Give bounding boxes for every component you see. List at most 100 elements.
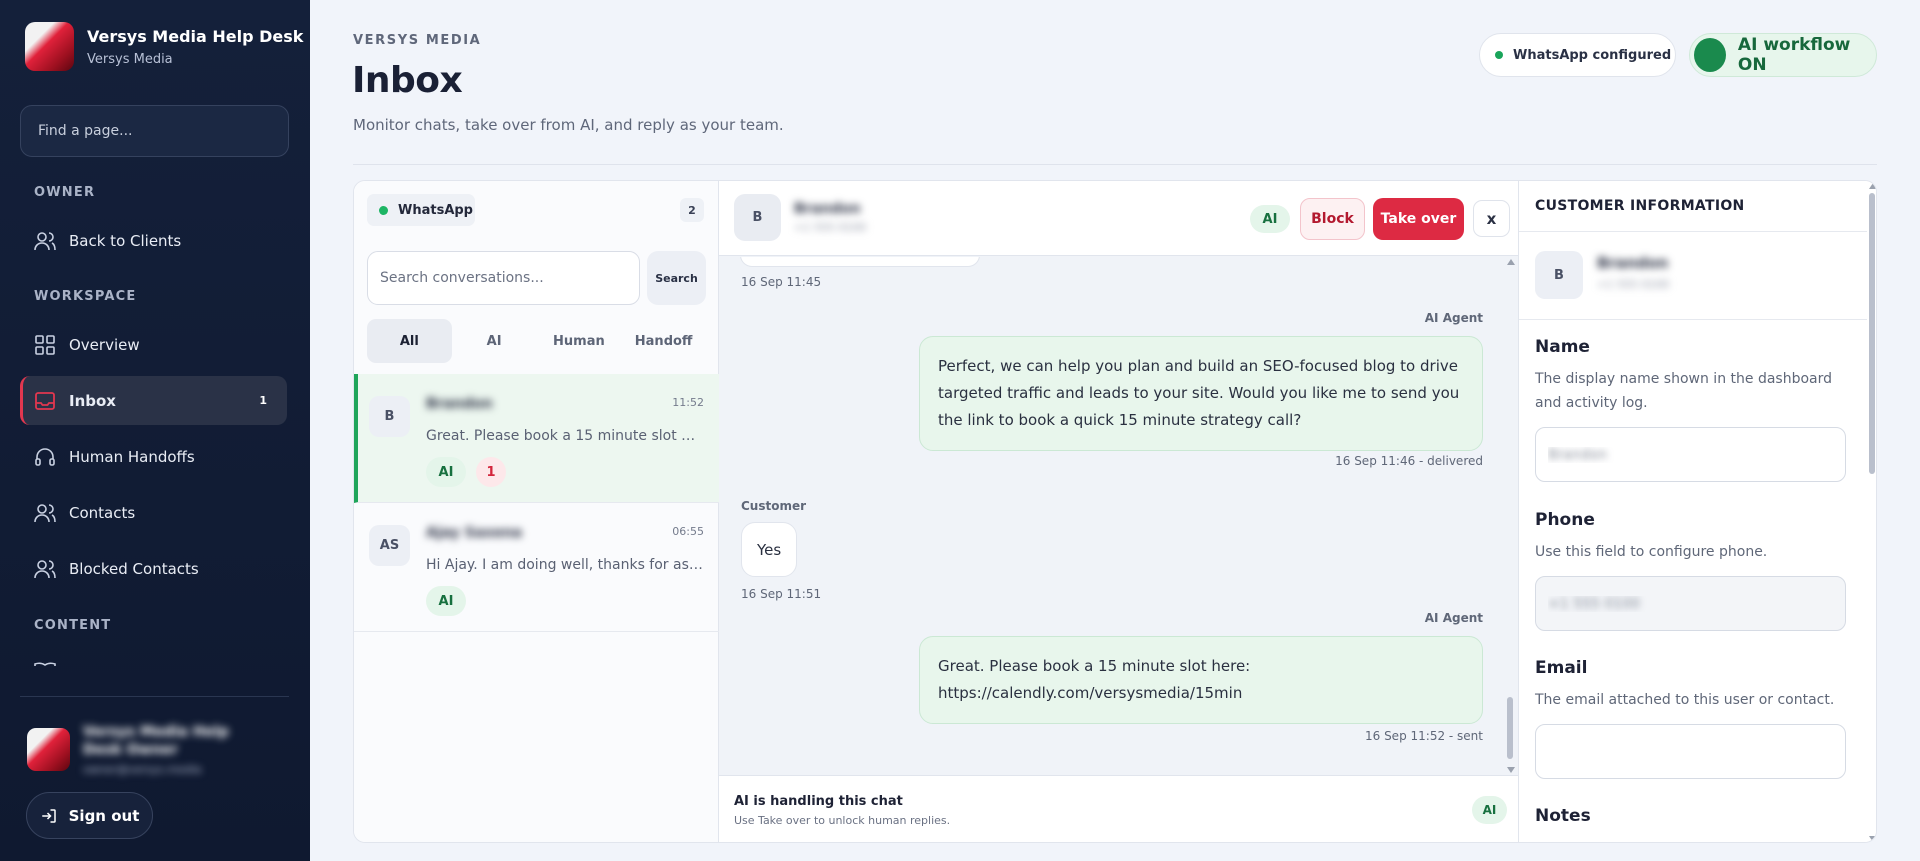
page-description: Monitor chats, take over from AI, and re… <box>353 116 784 134</box>
scrollbar-thumb[interactable] <box>1507 697 1513 759</box>
email-field-label: Email <box>1535 658 1588 678</box>
user-email: owner@versys.media <box>83 763 202 776</box>
customer-info-panel: CUSTOMER INFORMATION B Brandon +1 555 01… <box>1518 181 1876 842</box>
whatsapp-status-label: WhatsApp configured <box>1513 47 1672 63</box>
conversation-item[interactable]: AS Ajay Saxena 06:55 Hi Ajay. I am doing… <box>354 503 719 632</box>
conversation-name: Brandon <box>426 396 493 412</box>
chat-status-footer: AI is handling this chat Use Take over to… <box>719 775 1518 842</box>
brand-title: Versys Media Help Desk <box>87 26 304 46</box>
ai-workflow-label: AI workflow ON <box>1737 35 1851 75</box>
ai-workflow-toggle[interactable]: AI workflow ON <box>1689 33 1877 77</box>
scroll-up-icon[interactable] <box>1507 259 1515 265</box>
ai-badge: AI <box>426 457 466 487</box>
email-field[interactable] <box>1535 724 1846 779</box>
sidebar-item-human-handoffs[interactable]: Human Handoffs <box>20 432 287 481</box>
customer-info-scrollbar[interactable] <box>1867 181 1876 842</box>
search-button[interactable]: Search <box>647 251 706 305</box>
sidebar-item-label: Blocked Contacts <box>69 559 199 578</box>
sidebar-item-blocked-contacts[interactable]: Blocked Contacts <box>20 544 287 593</box>
chat-contact-subtitle: +1 555 0100 <box>794 221 867 234</box>
filter-tab-human[interactable]: Human <box>537 319 622 363</box>
conversation-preview: Hi Ajay. I am doing well, thanks for ask… <box>426 557 703 573</box>
avatar: AS <box>369 525 410 566</box>
section-label-owner: OWNER <box>34 185 96 200</box>
chat-view: B Brandon +1 555 0100 AI Block Take over… <box>719 181 1518 842</box>
conversation-preview: Great. Please book a 15 minute slot here… <box>426 428 703 444</box>
filter-tab-all[interactable]: All <box>367 319 452 363</box>
avatar: B <box>1535 251 1583 299</box>
message-meta: 16 Sep 11:45 <box>741 275 822 289</box>
message-sender: AI Agent <box>1424 311 1483 325</box>
brand-subtitle: Versys Media <box>87 51 173 67</box>
take-over-button[interactable]: Take over <box>1373 198 1464 240</box>
conversation-search-input[interactable] <box>367 251 640 305</box>
scroll-down-icon[interactable] <box>1869 836 1876 842</box>
phone-field[interactable] <box>1535 576 1846 631</box>
channel-label: WhatsApp <box>398 202 473 218</box>
sidebar: Versys Media Help Desk Versys Media OWNE… <box>0 0 310 861</box>
sidebar-item-inbox[interactable]: Inbox 1 <box>20 376 287 425</box>
book-icon <box>33 660 57 666</box>
users-icon <box>33 229 57 253</box>
conversation-count-badge: 2 <box>680 198 704 222</box>
whatsapp-status-badge: WhatsApp configured <box>1479 33 1676 77</box>
filter-tab-handoff[interactable]: Handoff <box>621 319 706 363</box>
inbox-panel: WhatsApp 2 Search All AI Human Handoff B… <box>353 180 1877 843</box>
status-dot-icon <box>379 205 388 215</box>
sign-out-label: Sign out <box>68 806 140 825</box>
chat-contact-name: Brandon <box>794 201 861 217</box>
header-divider <box>353 164 1877 165</box>
scroll-down-icon[interactable] <box>1507 767 1515 773</box>
block-button[interactable]: Block <box>1300 198 1365 240</box>
headset-icon <box>33 445 57 469</box>
channel-chip[interactable]: WhatsApp <box>367 194 475 226</box>
section-label-workspace: WORKSPACE <box>34 289 137 304</box>
avatar: B <box>369 396 410 437</box>
filter-tabs: All AI Human Handoff <box>367 319 706 363</box>
sidebar-item-label: Overview <box>69 335 140 354</box>
filter-tab-ai[interactable]: AI <box>452 319 537 363</box>
customer-card: B Brandon +1 555 0100 <box>1519 232 1867 320</box>
brand-logo <box>25 22 74 71</box>
unread-badge: 1 <box>476 457 506 487</box>
phone-field-label: Phone <box>1535 510 1595 530</box>
section-label-content: CONTENT <box>34 618 112 633</box>
ai-badge: AI <box>1250 205 1290 233</box>
message-bubble: Yes <box>741 522 798 577</box>
sidebar-item-overview[interactable]: Overview <box>20 320 287 369</box>
status-dot-icon <box>1495 51 1503 59</box>
chat-scrollbar[interactable] <box>1505 257 1515 775</box>
sidebar-item-label: Back to Clients <box>69 231 182 250</box>
user-profile[interactable]: Versys Media Help Desk Owner owner@versy… <box>27 723 253 776</box>
conversation-time: 11:52 <box>672 396 704 409</box>
chat-status-subtitle: Use Take over to unlock human replies. <box>734 814 951 827</box>
message-bubble <box>740 257 980 267</box>
notes-field-label: Notes <box>1535 806 1591 826</box>
workspace-eyebrow: VERSYS MEDIA <box>353 33 482 48</box>
message-sender: AI Agent <box>1424 611 1483 625</box>
avatar <box>27 728 70 771</box>
name-field[interactable] <box>1535 427 1846 482</box>
sidebar-item-back-to-clients[interactable]: Back to Clients <box>20 216 287 265</box>
sidebar-item-contacts[interactable]: Contacts <box>20 488 287 537</box>
sign-out-icon <box>40 807 58 825</box>
message-bubble: Perfect, we can help you plan and build … <box>919 336 1483 451</box>
scrollbar-thumb[interactable] <box>1869 193 1875 474</box>
customer-name: Brandon <box>1597 254 1669 272</box>
ai-badge: AI <box>426 586 466 616</box>
phone-field-help: Use this field to configure phone. <box>1535 544 1768 560</box>
sign-out-button[interactable]: Sign out <box>26 792 153 839</box>
message-sender: Customer <box>741 499 807 513</box>
conversation-time: 06:55 <box>672 525 704 538</box>
page-search-input[interactable] <box>20 105 289 157</box>
scroll-up-icon[interactable] <box>1869 183 1876 189</box>
page-title: Inbox <box>352 60 463 101</box>
user-name: Versys Media Help Desk Owner <box>83 724 229 758</box>
close-button[interactable]: x <box>1473 200 1510 237</box>
brand[interactable]: Versys Media Help Desk Versys Media <box>25 22 303 71</box>
sidebar-divider <box>20 696 289 697</box>
inbox-count-badge: 1 <box>259 394 267 407</box>
conversation-name: Ajay Saxena <box>426 525 523 541</box>
sidebar-item-label: Contacts <box>69 503 136 522</box>
conversation-item[interactable]: B Brandon 11:52 Great. Please book a 15 … <box>354 374 719 503</box>
